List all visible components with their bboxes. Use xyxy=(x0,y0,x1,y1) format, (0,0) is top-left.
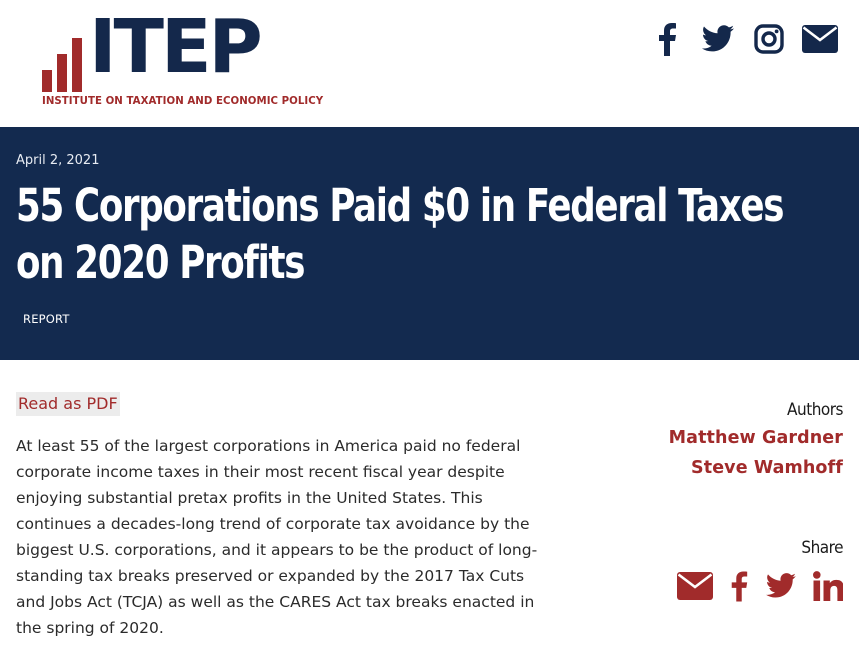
facebook-icon[interactable] xyxy=(648,20,686,58)
email-icon[interactable] xyxy=(801,20,839,58)
share-links xyxy=(661,570,843,602)
author-link[interactable]: Steve Wamhoff xyxy=(623,453,843,483)
logo-subtitle: INSTITUTE ON TAXATION AND ECONOMIC POLIC… xyxy=(42,96,324,107)
share-linkedin-icon[interactable] xyxy=(813,571,843,601)
authors-list: Matthew Gardner Steve Wamhoff xyxy=(623,423,843,483)
content-type-tag[interactable]: REPORT xyxy=(23,312,70,326)
logo-wordmark: ITEP xyxy=(89,4,263,90)
logo-bars-icon xyxy=(42,38,82,92)
share-twitter-icon[interactable] xyxy=(765,573,797,599)
article-sidebar: Authors Matthew Gardner Steve Wamhoff Sh… xyxy=(623,400,844,602)
page-title: 55 Corporations Paid $0 in Federal Taxes… xyxy=(16,179,784,289)
site-header: ITEP INSTITUTE ON TAXATION AND ECONOMIC … xyxy=(0,0,859,127)
author-link[interactable]: Matthew Gardner xyxy=(623,423,843,453)
header-social-links xyxy=(635,20,839,58)
publish-date: April 2, 2021 xyxy=(16,153,100,168)
share-heading: Share xyxy=(801,538,843,558)
article-intro-paragraph: At least 55 of the largest corporations … xyxy=(16,437,538,637)
share-email-icon[interactable] xyxy=(677,572,713,600)
share-facebook-icon[interactable] xyxy=(729,570,749,602)
twitter-icon[interactable] xyxy=(699,20,737,58)
article-hero: April 2, 2021 55 Corporations Paid $0 in… xyxy=(0,127,859,360)
read-as-pdf-link[interactable]: Read as PDF xyxy=(16,392,120,416)
authors-heading: Authors xyxy=(787,400,843,420)
instagram-icon[interactable] xyxy=(750,20,788,58)
